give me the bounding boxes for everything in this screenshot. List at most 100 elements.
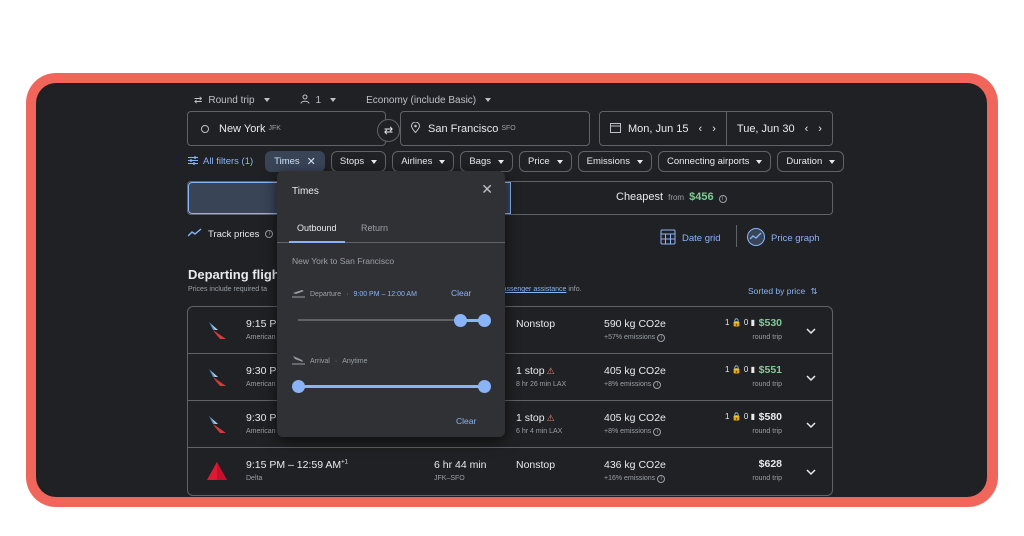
track-prices-label: Track prices	[208, 228, 260, 240]
caret-down-icon	[439, 159, 446, 164]
tab-outbound[interactable]: Outbound	[289, 223, 345, 243]
bag-allowance: 1 🔒 0 ▮	[725, 318, 755, 327]
swap-locations-button[interactable]: ⇄	[377, 119, 400, 142]
close-icon[interactable]: ✕	[481, 181, 493, 198]
flight-price: $530	[758, 317, 782, 329]
filter-chip-price[interactable]: Price	[519, 151, 572, 172]
departure-start-handle[interactable]	[454, 313, 468, 327]
cabin-select[interactable]: Economy (include Basic)	[366, 95, 492, 106]
departure-label: Departure · 9:00 PM – 12:00 AM	[292, 288, 417, 300]
bag-allowance: 1 🔒 0 ▮	[725, 412, 755, 421]
info-icon[interactable]: i	[718, 195, 727, 203]
caret-down-icon	[756, 159, 763, 164]
info-icon[interactable]: i	[657, 334, 666, 342]
tune-icon	[188, 155, 198, 168]
info-icon[interactable]: i	[653, 381, 662, 389]
stops-text: 1 stop	[516, 412, 545, 424]
info-icon[interactable]: i	[657, 475, 666, 483]
flight-emissions: 590 kg CO2e	[604, 318, 666, 330]
times-filter-popup: Times ✕ Outbound Return New York to San …	[277, 171, 505, 437]
next-day-marker: +1	[341, 459, 348, 466]
chevron-down-icon[interactable]	[806, 417, 816, 429]
origin-field[interactable]: New York JFK	[187, 111, 386, 146]
filter-chip-times[interactable]: Times ✕	[265, 151, 325, 172]
arrival-end-handle[interactable]	[477, 379, 491, 393]
info-icon[interactable]: i	[653, 428, 662, 436]
clear-departure-button[interactable]: Clear	[451, 288, 471, 298]
chevron-down-icon[interactable]	[806, 370, 816, 382]
filter-chip-stops[interactable]: Stops	[330, 151, 387, 172]
chevron-down-icon[interactable]	[806, 323, 816, 335]
emissions-delta-text: +8% emissions	[604, 381, 652, 388]
flight-price: $551	[758, 364, 782, 376]
chevron-left-icon[interactable]: ‹	[805, 123, 809, 135]
depart-date[interactable]: Mon, Jun 15	[628, 123, 689, 135]
emissions-delta: +57% emissions i	[604, 334, 666, 342]
chip-label: Duration	[786, 156, 823, 167]
chip-label: Airlines	[401, 156, 433, 167]
clear-all-button[interactable]: Clear	[456, 416, 476, 426]
arrival-range: Anytime	[342, 357, 368, 365]
flight-airline: American	[246, 381, 276, 388]
chevron-down-icon[interactable]	[806, 464, 816, 476]
passengers-select[interactable]: 1	[300, 94, 337, 107]
arrival-start-handle[interactable]	[291, 379, 305, 393]
arrival-slider[interactable]	[291, 379, 491, 393]
flights-screen: ⇄ Round trip 1 Economy (include Basic) N…	[36, 83, 987, 497]
passengers-count: 1	[315, 94, 322, 106]
trip-type-label: Round trip	[208, 94, 255, 106]
chevron-right-icon[interactable]: ›	[712, 123, 716, 135]
close-icon[interactable]: ✕	[307, 155, 316, 168]
flight-emissions: 436 kg CO2e	[604, 459, 666, 471]
location-pin-icon	[410, 121, 421, 136]
flight-airline: Delta	[246, 475, 263, 482]
departure-end-handle[interactable]	[477, 313, 491, 327]
tab-cheapest[interactable]: Cheapest from $456 i	[616, 191, 727, 203]
flight-stops: 1 stop ⚠	[516, 365, 555, 377]
filter-chip-airlines[interactable]: Airlines	[392, 151, 455, 172]
carry-on-bag-icon: 🔒	[731, 318, 742, 327]
carry-on-bag-icon: 🔒	[731, 412, 742, 421]
destination-city: San Francisco	[428, 122, 499, 135]
trip-options-bar: ⇄ Round trip 1 Economy (include Basic)	[194, 89, 492, 111]
checked-bag-icon: ▮	[750, 412, 755, 421]
filter-chip-connecting-airports[interactable]: Connecting airports	[657, 151, 772, 172]
flight-emissions: 405 kg CO2e	[604, 365, 666, 377]
caret-down-icon	[330, 98, 337, 102]
price-graph-icon	[747, 228, 765, 249]
stops-text: 1 stop	[516, 365, 545, 377]
round-trip-label: round trip	[752, 334, 782, 341]
filter-chip-bags[interactable]: Bags	[460, 151, 513, 172]
departure-text: Departure	[310, 290, 342, 298]
filter-chip-duration[interactable]: Duration	[777, 151, 845, 172]
departure-slider[interactable]	[298, 313, 491, 327]
chip-label: Emissions	[586, 156, 630, 167]
return-date[interactable]: Tue, Jun 30	[737, 123, 795, 135]
chevron-right-icon[interactable]: ›	[818, 123, 822, 135]
chevron-left-icon[interactable]: ‹	[699, 123, 703, 135]
filter-chip-emissions[interactable]: Emissions	[577, 151, 652, 172]
trip-type-select[interactable]: ⇄ Round trip	[194, 95, 270, 106]
date-grid-label: Date grid	[682, 232, 721, 244]
track-prices-toggle[interactable]: Track prices i	[187, 228, 274, 240]
round-trip-label: round trip	[752, 428, 782, 435]
passenger-assistance-link[interactable]: Passenger assistance	[498, 286, 566, 293]
price-graph-button[interactable]: Price graph	[747, 228, 820, 249]
tab-return[interactable]: Return	[361, 223, 388, 233]
checked-bag-count: 0	[743, 318, 749, 327]
note-prefix: Prices include required ta	[188, 286, 267, 293]
caret-down-icon	[498, 159, 504, 164]
sort-by-button[interactable]: Sorted by price ⇅	[748, 286, 818, 297]
origin-city: New York	[219, 122, 266, 135]
swap-icon: ⇄	[383, 125, 394, 137]
delta-logo	[206, 460, 228, 482]
all-filters-button[interactable]: All filters (1)	[188, 155, 253, 168]
date-grid-button[interactable]: Date grid	[660, 228, 721, 248]
flight-row[interactable]: 9:15 PM – 12:59 AM+1 Delta 6 hr 44 min J…	[188, 448, 832, 495]
caret-down-icon	[829, 159, 836, 164]
popup-tabs: Outbound Return	[277, 211, 505, 243]
filter-chips: All filters (1) Times ✕ Stops Airlines Ba…	[188, 151, 845, 172]
chip-label: Price	[528, 156, 550, 167]
info-icon[interactable]: i	[265, 230, 274, 238]
destination-field[interactable]: San Francisco SFO	[400, 111, 590, 146]
